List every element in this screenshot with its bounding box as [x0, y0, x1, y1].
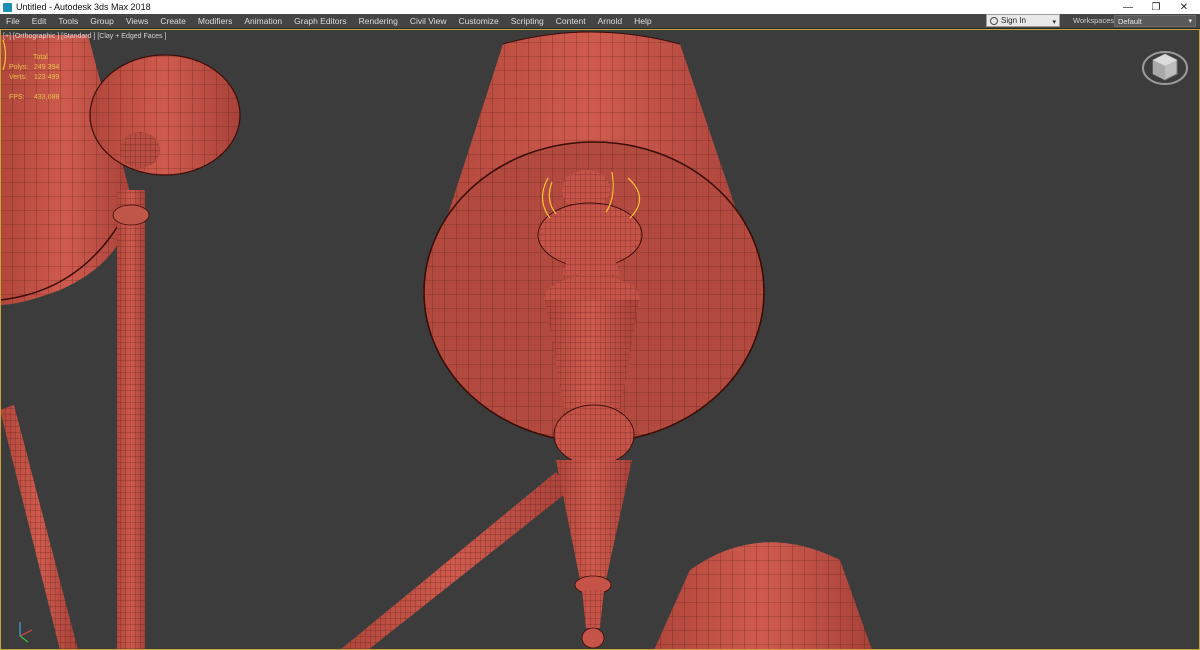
workspaces-label: Workspaces:: [1073, 16, 1117, 25]
close-button[interactable]: ✕: [1170, 0, 1198, 14]
window-title: Untitled - Autodesk 3ds Max 2018: [16, 2, 151, 12]
menu-rendering[interactable]: Rendering: [353, 16, 404, 26]
stats-verts-value: 123 499: [34, 74, 60, 81]
stats-polys-value: 249 394: [34, 64, 60, 71]
menu-content[interactable]: Content: [550, 16, 592, 26]
diagonal-arm: [340, 472, 570, 650]
menu-help[interactable]: Help: [628, 16, 657, 26]
stats-total-label: Total: [33, 54, 48, 61]
left-arm: [0, 405, 78, 650]
restore-button[interactable]: ❐: [1142, 0, 1170, 14]
stats-fps-value: 433,088: [34, 94, 60, 101]
sign-in-button[interactable]: Sign In ▾: [986, 14, 1060, 27]
menu-scripting[interactable]: Scripting: [505, 16, 550, 26]
menu-create[interactable]: Create: [154, 16, 192, 26]
user-icon: [990, 16, 998, 25]
menu-edit[interactable]: Edit: [26, 16, 53, 26]
viewport-label[interactable]: [+] [Orthographic ] [Standard ] [Clay + …: [3, 33, 166, 40]
menu-graph-editors[interactable]: Graph Editors: [288, 16, 352, 26]
minimize-button[interactable]: —: [1114, 0, 1142, 14]
viewcube-icon[interactable]: [1141, 47, 1189, 87]
menu-file[interactable]: File: [0, 16, 26, 26]
left-pole: [112, 190, 150, 650]
lower-lamp-shade: [654, 542, 872, 650]
stats-polys-label: Polys:: [9, 64, 29, 71]
menu-civil-view[interactable]: Civil View: [404, 16, 453, 26]
workspaces-value: Default: [1118, 16, 1142, 26]
menu-customize[interactable]: Customize: [453, 16, 505, 26]
sign-in-label: Sign In: [1001, 16, 1026, 25]
menu-group[interactable]: Group: [84, 16, 120, 26]
app-logo-icon: [3, 2, 12, 12]
chevron-down-icon: ▾: [1052, 19, 1056, 26]
stats-fps-label: FPS:: [9, 94, 25, 101]
menu-animation[interactable]: Animation: [238, 16, 288, 26]
menu-arnold[interactable]: Arnold: [592, 16, 629, 26]
title-bar: Untitled - Autodesk 3ds Max 2018 — ❐ ✕: [0, 0, 1200, 14]
left-bobeche: [89, 54, 241, 176]
workspaces-dropdown[interactable]: Default ▾: [1114, 15, 1196, 27]
viewport[interactable]: [0, 29, 1200, 650]
chevron-down-icon: ▾: [1188, 18, 1192, 25]
menu-modifiers[interactable]: Modifiers: [192, 16, 238, 26]
menu-tools[interactable]: Tools: [52, 16, 84, 26]
menu-views[interactable]: Views: [120, 16, 155, 26]
axis-tripod-icon: [19, 622, 33, 643]
stats-verts-label: Verts:: [9, 74, 27, 81]
scene-render: [0, 31, 872, 650]
